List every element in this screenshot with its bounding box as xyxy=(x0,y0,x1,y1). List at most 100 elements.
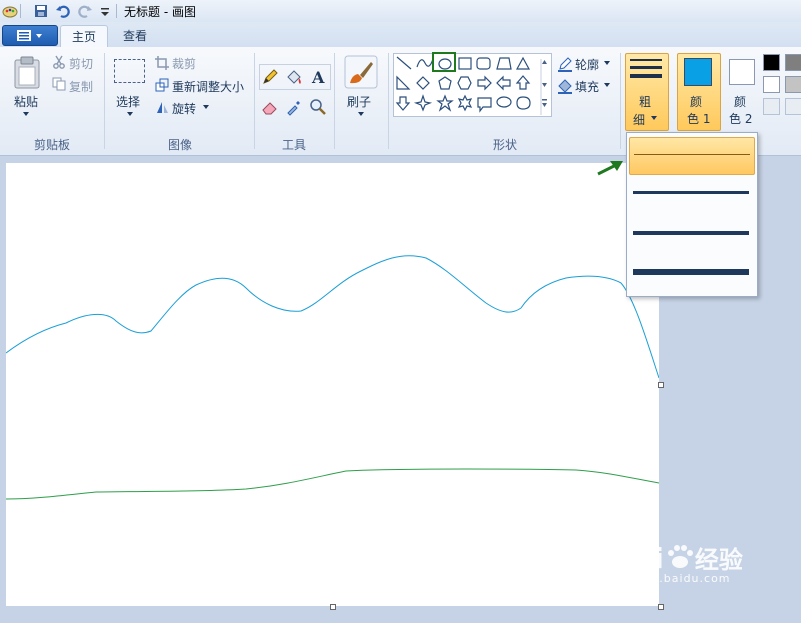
pointer-arrow-icon xyxy=(597,161,623,176)
window-title: 无标题 - 画图 xyxy=(124,5,196,19)
select-dropdown-arrow-icon[interactable] xyxy=(126,111,134,117)
magnifier-icon[interactable] xyxy=(309,98,327,116)
outline-dropdown-arrow-icon[interactable] xyxy=(603,60,611,66)
shapes-group-label: 形状 xyxy=(492,138,517,152)
text-icon[interactable]: A xyxy=(309,68,327,86)
paw-icon xyxy=(667,545,693,568)
watermark-brand2: 经验 xyxy=(694,546,743,574)
fill-button[interactable]: 填充 xyxy=(575,78,599,95)
rounded-rectangle-shape-icon xyxy=(476,57,491,70)
size-option-8px[interactable] xyxy=(629,255,753,291)
cut-button[interactable]: 剪切 xyxy=(69,55,93,72)
size-option-1px[interactable] xyxy=(629,137,755,175)
image-group-label: 图像 xyxy=(167,138,192,152)
group-separator xyxy=(620,53,621,149)
customize-qa-icon[interactable] xyxy=(97,3,113,19)
undo-icon[interactable] xyxy=(55,3,71,19)
brush-icon[interactable] xyxy=(344,55,378,89)
rotate-button[interactable]: 旋转 xyxy=(172,100,196,117)
oval-callout-shape-icon xyxy=(496,96,512,108)
palette-empty-swatch[interactable] xyxy=(763,98,780,115)
tab-view[interactable]: 查看 xyxy=(112,25,158,47)
watermark-url: jingyan.baidu.com xyxy=(612,572,731,585)
size-button[interactable] xyxy=(625,53,669,131)
fill-dropdown-arrow-icon[interactable] xyxy=(603,82,611,88)
scissors-icon xyxy=(53,55,65,69)
resize-handle-bottom[interactable] xyxy=(330,604,336,610)
save-icon[interactable] xyxy=(33,3,49,19)
color-picker-icon[interactable] xyxy=(285,98,303,116)
group-separator xyxy=(388,53,389,149)
shapes-gallery-icons[interactable] xyxy=(393,53,550,115)
paste-button[interactable]: 粘贴 xyxy=(14,93,38,110)
green-curve-stroke xyxy=(5,468,660,500)
resize-button[interactable]: 重新调整大小 xyxy=(172,78,244,95)
palette-color-swatch[interactable] xyxy=(763,54,780,71)
fill-icon[interactable] xyxy=(285,68,303,86)
palette-empty-swatch[interactable] xyxy=(785,98,801,115)
size-dropdown-menu xyxy=(626,132,758,297)
size-option-5px[interactable] xyxy=(629,215,753,251)
four-point-star-shape-icon xyxy=(413,94,433,112)
six-point-star-shape-icon xyxy=(457,94,473,112)
brushes-button[interactable]: 刷子 xyxy=(347,93,371,110)
triangle-shape-icon xyxy=(515,56,531,70)
select-button[interactable]: 选择 xyxy=(116,93,140,110)
pentagon-shape-icon xyxy=(438,76,452,90)
group-separator xyxy=(254,53,255,149)
rounded-callout-shape-icon xyxy=(477,97,492,113)
outline-icon xyxy=(558,57,572,72)
tab-home[interactable]: 主页 xyxy=(60,25,108,48)
five-point-star-shape-icon xyxy=(436,94,454,112)
rotate-dropdown-arrow-icon[interactable] xyxy=(202,104,210,110)
paint-menu-button[interactable] xyxy=(2,25,58,46)
curve-shape-icon xyxy=(416,58,434,68)
size-line-medium-icon xyxy=(630,66,662,69)
diamond-shape-icon xyxy=(416,76,430,90)
down-arrow-shape-icon xyxy=(395,96,411,111)
fill-bucket-icon xyxy=(558,79,572,94)
brushes-dropdown-arrow-icon[interactable] xyxy=(357,111,365,117)
size-line-thick-icon xyxy=(630,74,662,78)
paste-icon[interactable] xyxy=(12,55,42,89)
size-label-top: 粗 xyxy=(639,95,652,109)
line-shape-icon xyxy=(396,56,412,70)
palette-color-swatch[interactable] xyxy=(785,76,801,93)
color2-label-bottom: 色 2 xyxy=(729,112,753,126)
color2-swatch[interactable] xyxy=(729,59,755,85)
crop-button[interactable]: 裁剪 xyxy=(172,55,196,72)
color1-label-bottom: 色 1 xyxy=(687,112,711,126)
color1-swatch xyxy=(684,58,712,86)
qa-separator xyxy=(20,4,21,18)
right-triangle-shape-icon xyxy=(396,75,411,90)
size-label-bottom: 细 xyxy=(633,113,646,127)
selected-oval-highlight xyxy=(432,52,456,72)
resize-handle-corner[interactable] xyxy=(658,604,664,610)
select-icon[interactable] xyxy=(114,59,145,83)
size-option-3px[interactable] xyxy=(629,175,753,211)
pencil-icon[interactable] xyxy=(261,68,279,86)
size-dropdown-arrow-icon xyxy=(651,116,657,120)
right-arrow-shape-icon xyxy=(477,75,492,91)
hexagon-shape-icon xyxy=(457,76,472,90)
palette-color-swatch[interactable] xyxy=(785,54,801,71)
tools-group-label: 工具 xyxy=(281,138,306,152)
resize-icon xyxy=(155,78,169,92)
resize-handle-right[interactable] xyxy=(658,382,664,388)
ribbon-tab-row: 主页 查看 xyxy=(0,22,801,48)
copy-button[interactable]: 复制 xyxy=(69,78,93,95)
baidu-watermark: Bai 经验 jingyan.baidu.com xyxy=(612,540,743,585)
palette-color-swatch[interactable] xyxy=(763,76,780,93)
paste-dropdown-arrow-icon[interactable] xyxy=(22,111,30,117)
shapes-scroll-icon[interactable] xyxy=(541,59,548,111)
blue-curve-stroke xyxy=(5,255,660,379)
menu-icon xyxy=(17,30,42,41)
group-separator xyxy=(104,53,105,149)
eraser-icon[interactable] xyxy=(261,98,279,116)
drawing-canvas[interactable] xyxy=(5,163,660,606)
outline-button[interactable]: 轮廓 xyxy=(575,56,599,73)
drawing-strokes xyxy=(5,255,660,500)
group-separator xyxy=(334,53,335,149)
redo-icon[interactable] xyxy=(77,3,93,19)
size-line-thin-icon xyxy=(630,59,662,61)
